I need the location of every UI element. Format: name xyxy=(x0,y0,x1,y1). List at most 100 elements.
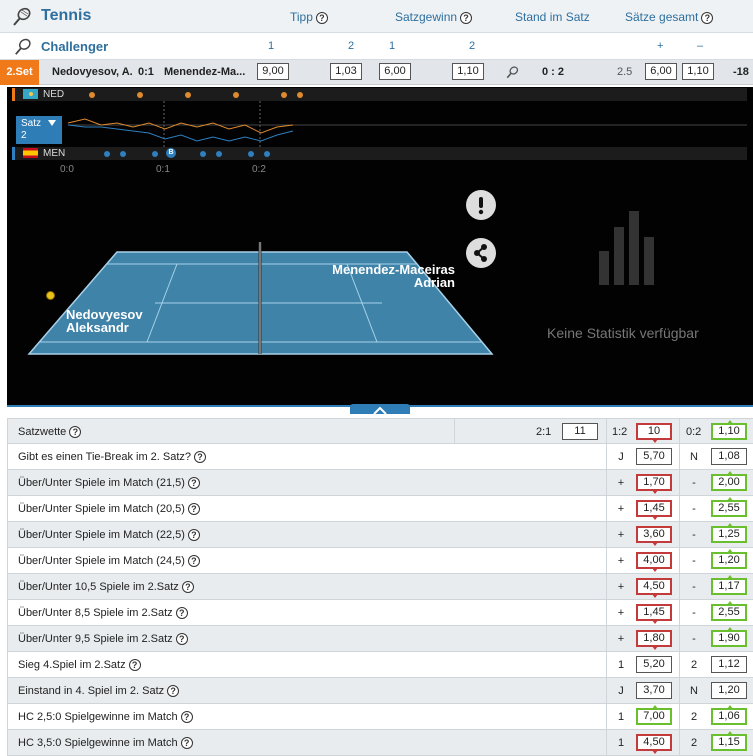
outcome-label: - xyxy=(692,477,696,489)
odd-button[interactable]: 1,80 xyxy=(636,630,672,650)
odd-button[interactable]: 1,45 xyxy=(636,604,672,624)
bet-label: HC 2,5:0 Spielgewinne im Match? xyxy=(18,711,193,724)
column-divider xyxy=(679,626,680,651)
more-bets-count[interactable]: -18 xyxy=(733,66,749,78)
help-icon[interactable]: ? xyxy=(187,503,200,516)
odd-button[interactable]: 1,20 xyxy=(711,682,747,699)
outcome-label: + xyxy=(617,581,625,593)
odd-satz-2[interactable]: 1,10 xyxy=(452,63,484,80)
column-divider xyxy=(606,730,607,755)
outcome-label: - xyxy=(692,581,696,593)
info-alert-icon[interactable] xyxy=(466,190,496,220)
odd-button[interactable]: 1,12 xyxy=(711,656,747,673)
odd-button[interactable]: 1,25 xyxy=(711,523,747,543)
help-icon[interactable]: ? xyxy=(315,11,328,24)
bet-row: Satzwette? 2:1 11 1:2 10 0:2 1,10 xyxy=(7,418,753,444)
odd-button[interactable]: 4,50 xyxy=(636,578,672,598)
help-icon[interactable]: ? xyxy=(180,737,193,750)
player2-court-label: Menendez-Maceiras Adrian xyxy=(327,263,455,289)
bet-label: Über/Unter 10,5 Spiele im 2.Satz? xyxy=(18,581,194,594)
odd-button[interactable]: 1,08 xyxy=(711,448,747,465)
outcome-label: 1:2 xyxy=(612,426,628,438)
column-divider xyxy=(606,419,607,444)
column-divider xyxy=(454,419,455,444)
timeline-point xyxy=(185,92,191,98)
odd-button[interactable]: 1,17 xyxy=(711,575,747,595)
odd-button[interactable]: 11 xyxy=(562,423,598,440)
odd-button[interactable]: 3,60 xyxy=(636,526,672,546)
column-divider xyxy=(679,704,680,729)
help-icon[interactable]: ? xyxy=(167,685,180,698)
bet-row: Über/Unter Spiele im Match (21,5)? +1,70 -… xyxy=(7,470,753,496)
axis-label: 0:1 xyxy=(156,164,170,175)
minus-header: – xyxy=(697,40,704,52)
odd-button[interactable]: 1,06 xyxy=(711,705,747,725)
column-divider xyxy=(679,419,680,444)
timeline-point xyxy=(89,92,95,98)
outcome-label: + xyxy=(617,633,625,645)
odd-button[interactable]: 2,00 xyxy=(711,471,747,491)
help-icon[interactable]: ? xyxy=(181,581,194,594)
column-divider xyxy=(679,730,680,755)
bet-label-text: Über/Unter 10,5 Spiele im 2.Satz xyxy=(18,581,179,593)
team1-timeline: NED xyxy=(15,88,747,101)
help-icon[interactable]: ? xyxy=(187,477,200,490)
sport-header: Tennis Tipp? Satzgewinn? Stand im Satz S… xyxy=(0,0,753,33)
odd-button[interactable]: 1,45 xyxy=(636,500,672,520)
column-tipp: Tipp? xyxy=(290,10,328,24)
odd-button[interactable]: 5,20 xyxy=(636,656,672,673)
help-icon[interactable]: ? xyxy=(175,607,188,620)
odd-button[interactable]: 5,70 xyxy=(636,448,672,465)
timeline-point xyxy=(248,151,254,157)
help-icon[interactable]: ? xyxy=(128,659,141,672)
team2-code: MEN xyxy=(43,148,66,159)
column-divider xyxy=(606,600,607,625)
odd-button[interactable]: 1,90 xyxy=(711,627,747,647)
outcome-label: 1 xyxy=(617,659,625,671)
help-icon[interactable]: ? xyxy=(460,11,473,24)
odd-satz-1[interactable]: 6,00 xyxy=(379,63,411,80)
odd-button[interactable]: 1,15 xyxy=(711,731,747,751)
help-icon[interactable]: ? xyxy=(187,529,200,542)
share-icon[interactable] xyxy=(466,238,496,268)
set-selector[interactable]: Satz 2 xyxy=(16,116,62,144)
bet-label: Einstand in 4. Spiel im 2. Satz? xyxy=(18,685,180,698)
help-icon[interactable]: ? xyxy=(194,451,207,464)
set-badge: 2.Set xyxy=(0,60,39,85)
odd-tipp-1[interactable]: 9,00 xyxy=(257,63,289,80)
odd-button[interactable]: 10 xyxy=(636,423,672,443)
column-divider xyxy=(606,704,607,729)
odd-button[interactable]: 2,55 xyxy=(711,497,747,517)
odd-button[interactable]: 1,10 xyxy=(711,420,747,440)
match-row[interactable]: 2.Set Nedovyesov, A. 0:1 Menendez-Ma... … xyxy=(0,60,753,85)
odd-button[interactable]: 2,55 xyxy=(711,601,747,621)
odd-total-minus[interactable]: 1,10 xyxy=(682,63,714,80)
bet-row: Über/Unter Spiele im Match (24,5)? +4,00 -… xyxy=(7,548,753,574)
bet-label-text: Einstand in 4. Spiel im 2. Satz xyxy=(18,685,165,697)
column-divider xyxy=(679,470,680,495)
team1-code: NED xyxy=(43,89,65,100)
outcome-label: + xyxy=(617,503,625,515)
timeline-point xyxy=(216,151,222,157)
odd-total-plus[interactable]: 6,00 xyxy=(645,63,677,80)
help-icon[interactable]: ? xyxy=(69,426,82,439)
bet-label: Über/Unter 8,5 Spiele im 2.Satz? xyxy=(18,607,188,620)
help-icon[interactable]: ? xyxy=(187,555,200,568)
help-icon[interactable]: ? xyxy=(701,11,714,24)
odd-button[interactable]: 3,70 xyxy=(636,682,672,699)
satz-1-header: 1 xyxy=(389,40,396,52)
bet-row: Sieg 4.Spiel im 2.Satz? 1 5,20 2 1,12 xyxy=(7,652,753,678)
odd-tipp-2[interactable]: 1,03 xyxy=(330,63,362,80)
odd-button[interactable]: 4,50 xyxy=(636,734,672,754)
odd-button[interactable]: 1,70 xyxy=(636,474,672,494)
help-icon[interactable]: ? xyxy=(180,711,193,724)
odd-button[interactable]: 1,20 xyxy=(711,549,747,569)
timeline-point xyxy=(264,151,270,157)
bet-row: Über/Unter 10,5 Spiele im 2.Satz? +4,50 - 1… xyxy=(7,574,753,600)
odd-button[interactable]: 7,00 xyxy=(636,705,672,725)
odd-button[interactable]: 4,00 xyxy=(636,552,672,572)
outcome-label: - xyxy=(692,503,696,515)
help-icon[interactable]: ? xyxy=(175,633,188,646)
column-divider xyxy=(679,600,680,625)
collapse-toggle[interactable] xyxy=(350,404,410,415)
